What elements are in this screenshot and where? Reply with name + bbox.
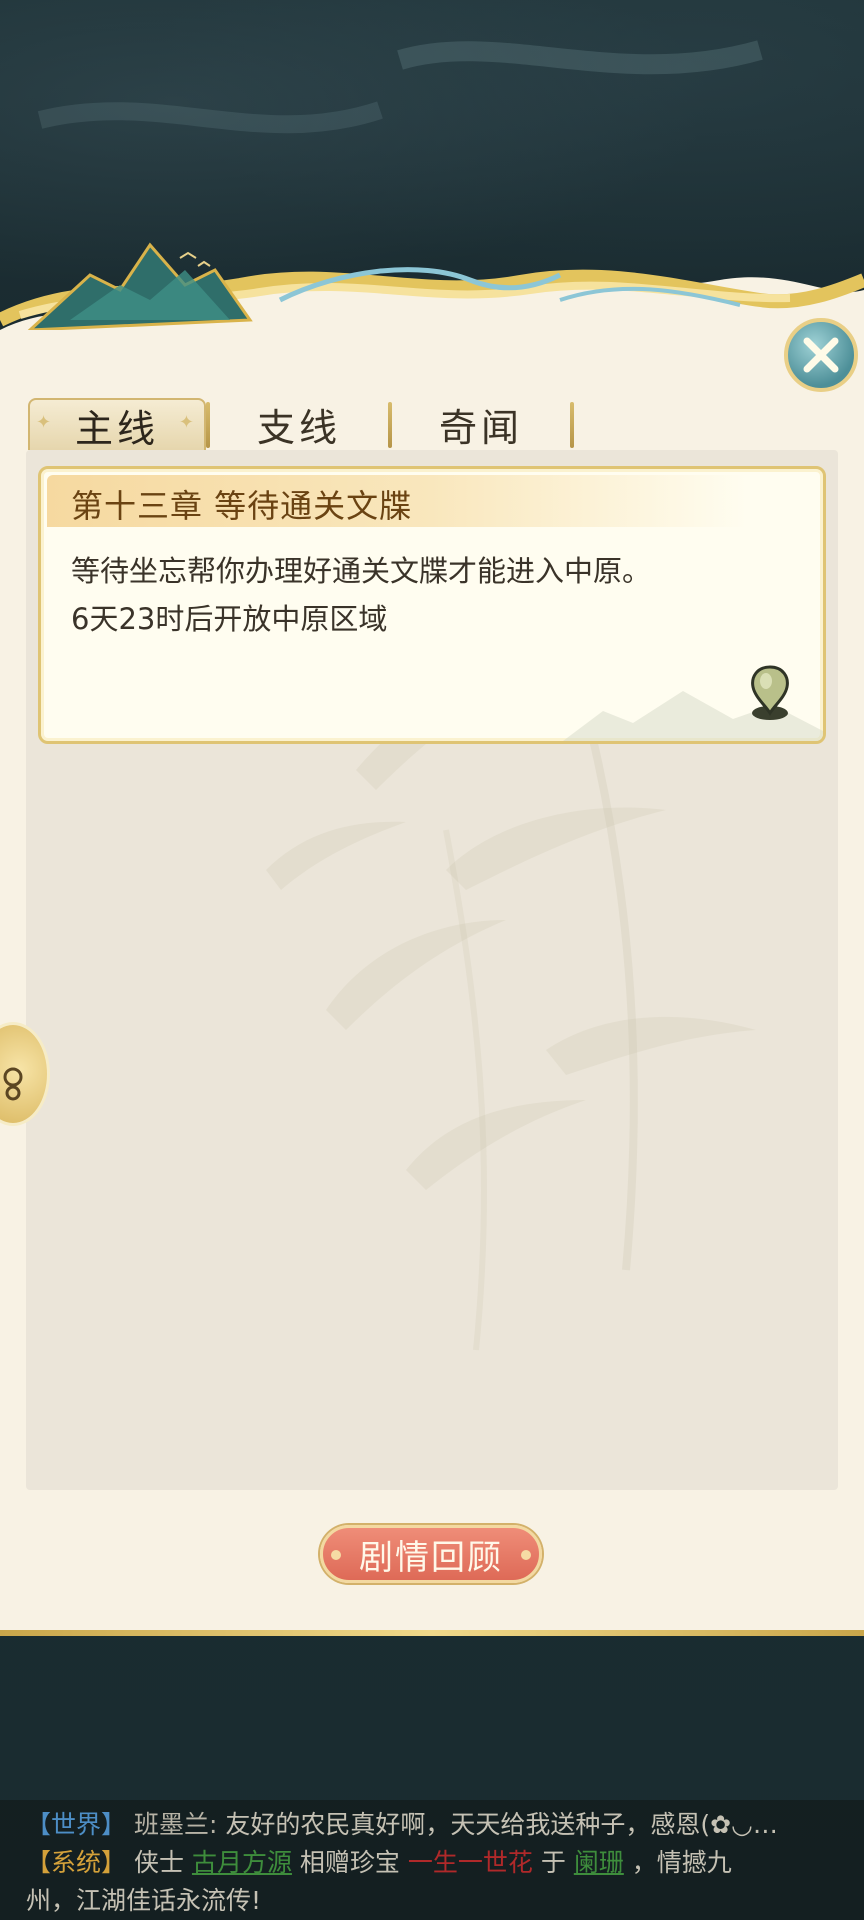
story-review-label: 剧情回顾 (359, 1537, 503, 1578)
quest-description: 等待坐忘帮你办理好通关文牒才能进入中原。 6天23时后开放中原区域 (71, 547, 651, 643)
locate-quest-button[interactable] (747, 663, 793, 723)
quest-chapter-title: 第十三章 等待通关文牒 (71, 487, 413, 525)
panel-bottom-border (0, 1630, 864, 1636)
quest-card[interactable]: 第十三章 等待通关文牒 等待坐忘帮你办理好通关文牒才能进入中原。 6天23时后开… (38, 466, 826, 744)
chat-text: 侠士 (133, 1848, 184, 1877)
ornament-dot (521, 1550, 531, 1560)
map-pin-icon (751, 665, 789, 720)
chat-player-link[interactable]: 古月方源 (192, 1848, 292, 1877)
chat-line-continuation: 州，江湖佳话永流传! (26, 1886, 262, 1915)
tab-strange-tales[interactable]: 奇闻 (392, 398, 570, 450)
story-review-button[interactable]: 剧情回顾 (320, 1525, 542, 1583)
chat-message: 友好的农民真好啊，天天给我送种子，感恩(✿◡… (225, 1810, 778, 1839)
chat-channel-system: 【系统】 (26, 1848, 127, 1877)
quest-tabs: ✦ 主线 ✦ 支线 奇闻 (28, 398, 574, 451)
chat-log[interactable]: 【世界】 班墨兰: 友好的农民真好啊，天天给我送种子，感恩(✿◡… 【系统】 侠… (0, 1800, 864, 1920)
tab-divider (570, 402, 574, 448)
tab-main-quest[interactable]: ✦ 主线 ✦ (28, 398, 206, 451)
chat-channel-world: 【世界】 (26, 1810, 127, 1839)
close-button[interactable] (784, 318, 858, 392)
tab-label: 奇闻 (438, 405, 523, 450)
side-chat-bubble[interactable] (0, 1022, 50, 1126)
tab-label: 主线 (74, 406, 159, 451)
chat-speaker[interactable]: 班墨兰: (134, 1810, 217, 1839)
chat-text: 相赠珍宝 (299, 1848, 400, 1877)
ornament-dot (331, 1550, 341, 1560)
sparkle-icon: ✦ (36, 412, 56, 433)
chat-player-link[interactable]: 阑珊 (574, 1848, 624, 1877)
chat-gift-name: 一生一世花 (407, 1848, 533, 1877)
quest-unlock-timer: 6天23时后开放中原区域 (71, 602, 388, 636)
chat-bubble-icon (3, 1067, 23, 1101)
chat-text: ，情撼九 (631, 1848, 732, 1877)
tab-label: 支线 (256, 405, 341, 450)
sparkle-icon: ✦ (178, 412, 198, 433)
quest-description-line: 等待坐忘帮你办理好通关文牒才能进入中原。 (71, 554, 652, 588)
chat-text: 于 (540, 1848, 566, 1877)
close-icon (803, 337, 839, 373)
tab-side-quest[interactable]: 支线 (210, 398, 388, 450)
chat-line-world: 【世界】 班墨兰: 友好的农民真好啊，天天给我送种子，感恩(✿◡… (26, 1806, 838, 1844)
sky-background (0, 0, 864, 340)
chat-line-system: 【系统】 侠士 古月方源 相赠珍宝 一生一世花 于 阑珊 ，情撼九 (26, 1844, 838, 1882)
